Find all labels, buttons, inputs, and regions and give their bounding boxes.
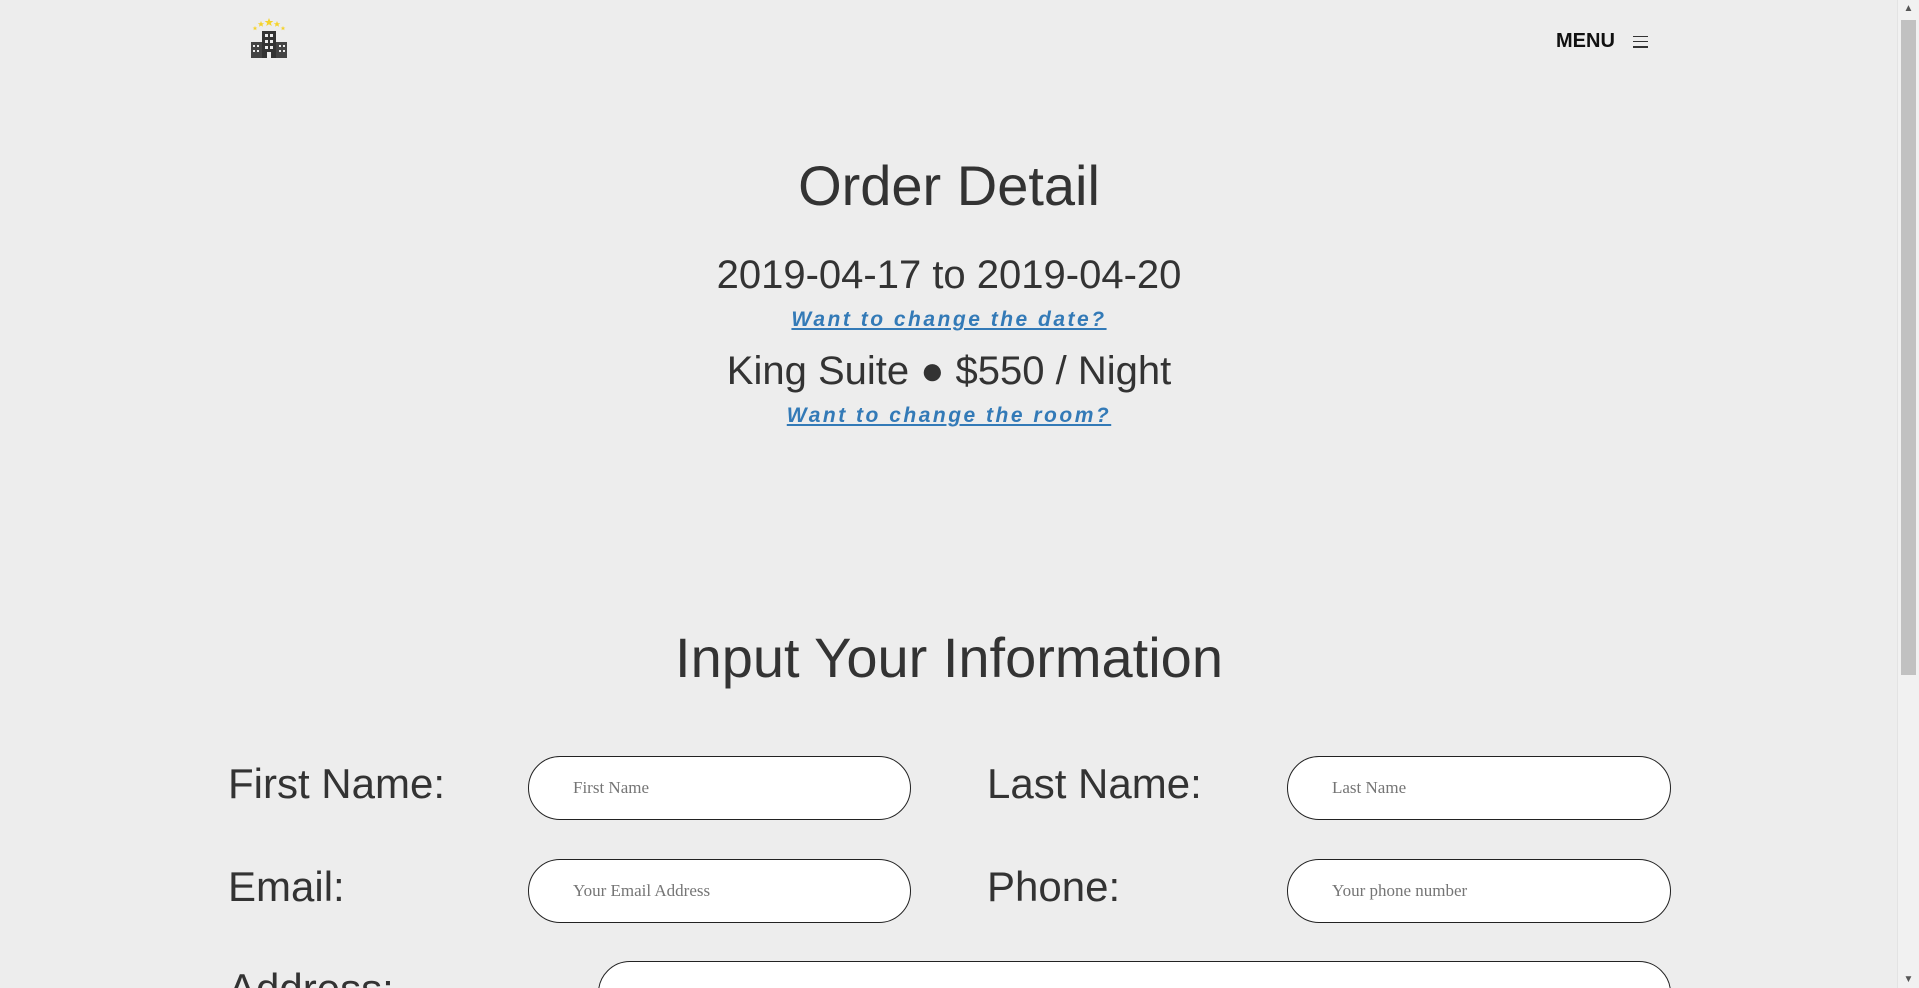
order-detail-title: Order Detail xyxy=(798,154,1100,217)
page-scrollbar[interactable]: ▲ ▼ xyxy=(1897,0,1919,988)
first-name-label: First Name: xyxy=(228,760,446,807)
scroll-down-arrow-icon[interactable]: ▼ xyxy=(1898,971,1919,988)
last-name-input[interactable] xyxy=(1287,756,1671,820)
email-label: Email: xyxy=(228,863,345,910)
room-info: King Suite ● $550 / Night xyxy=(726,349,1172,393)
phone-label: Phone: xyxy=(987,863,1121,910)
change-room-link[interactable]: Want to change the room? xyxy=(787,404,1111,428)
last-name-label: Last Name: xyxy=(987,760,1202,807)
address-input[interactable] xyxy=(598,961,1671,988)
order-detail-section: Order Detail 2019-04-17 to 2019-04-20 Wa… xyxy=(0,150,1898,428)
change-date-link[interactable]: Want to change the date? xyxy=(791,308,1106,332)
scrollbar-thumb[interactable] xyxy=(1901,20,1916,675)
scroll-up-arrow-icon[interactable]: ▲ xyxy=(1898,0,1919,17)
menu-label: MENU xyxy=(1556,30,1615,52)
hamburger-icon xyxy=(1632,35,1648,48)
page: MENU Order Detail 2019-04-17 to 2019-04-… xyxy=(0,0,1919,988)
first-name-input[interactable] xyxy=(528,756,911,820)
input-information-title: Input Your Information xyxy=(675,626,1223,689)
address-label: Address: xyxy=(228,964,394,988)
email-input[interactable] xyxy=(528,859,911,923)
menu-button[interactable]: MENU xyxy=(1556,30,1648,53)
phone-input[interactable] xyxy=(1287,859,1671,923)
date-range: 2019-04-17 to 2019-04-20 xyxy=(716,253,1182,297)
hotel-building-icon[interactable] xyxy=(248,18,290,58)
